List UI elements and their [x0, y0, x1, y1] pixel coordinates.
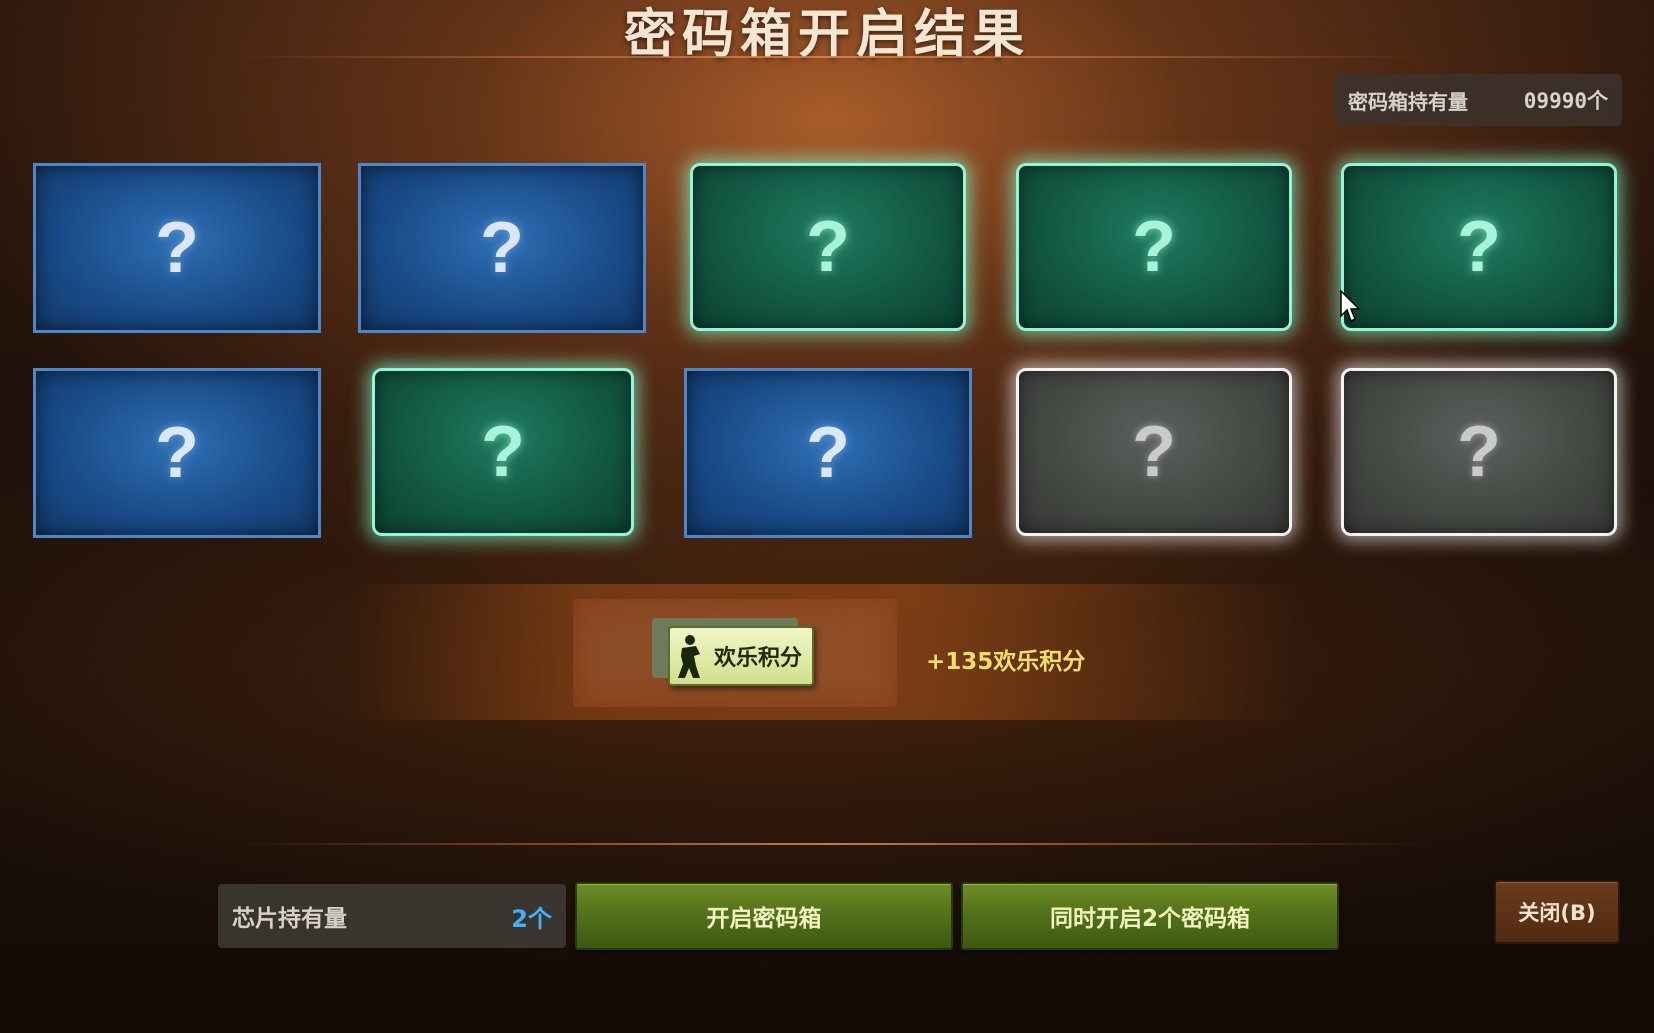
question-mark-icon: ? — [1132, 412, 1176, 492]
chip-stock-panel: 芯片持有量 2个 — [218, 884, 566, 948]
question-mark-icon: ? — [1457, 207, 1501, 287]
close-button[interactable]: 关闭(B) — [1494, 880, 1620, 944]
question-mark-icon: ? — [155, 208, 199, 288]
soldier-silhouette-icon — [678, 635, 700, 678]
box-stock-label: 密码箱持有量 — [1348, 89, 1468, 114]
box-stock-value: 09990个 — [1523, 89, 1608, 113]
result-card-5[interactable]: ? — [1341, 163, 1617, 331]
question-mark-icon: ? — [806, 413, 850, 493]
result-card-1[interactable]: ? — [33, 163, 321, 333]
open-box-button[interactable]: 开启密码箱 — [575, 882, 953, 950]
question-mark-icon: ? — [1457, 412, 1501, 492]
chip-stock-label: 芯片持有量 — [232, 906, 347, 932]
question-mark-icon: ? — [806, 207, 850, 287]
title-divider — [240, 56, 1420, 58]
result-card-2[interactable]: ? — [358, 163, 646, 333]
result-card-6[interactable]: ? — [33, 368, 321, 538]
question-mark-icon: ? — [481, 412, 525, 492]
result-card-3[interactable]: ? — [690, 163, 966, 331]
result-card-7[interactable]: ? — [372, 368, 634, 536]
result-card-10[interactable]: ? — [1341, 368, 1617, 536]
result-card-4[interactable]: ? — [1016, 163, 1292, 331]
reward-points-text: +135欢乐积分 — [926, 649, 1086, 675]
result-card-8[interactable]: ? — [684, 368, 972, 538]
question-mark-icon: ? — [480, 208, 524, 288]
mouse-cursor-icon — [1340, 290, 1361, 323]
footer-divider — [236, 843, 1426, 845]
open-two-boxes-button[interactable]: 同时开启2个密码箱 — [961, 882, 1339, 950]
reward-ticket-label: 欢乐积分 — [713, 646, 802, 671]
chip-stock-value: 2个 — [511, 904, 552, 933]
result-card-9[interactable]: ? — [1016, 368, 1292, 536]
box-stock-panel: 密码箱持有量 09990个 — [1334, 74, 1622, 126]
question-mark-icon: ? — [1132, 207, 1176, 287]
question-mark-icon: ? — [155, 413, 199, 493]
